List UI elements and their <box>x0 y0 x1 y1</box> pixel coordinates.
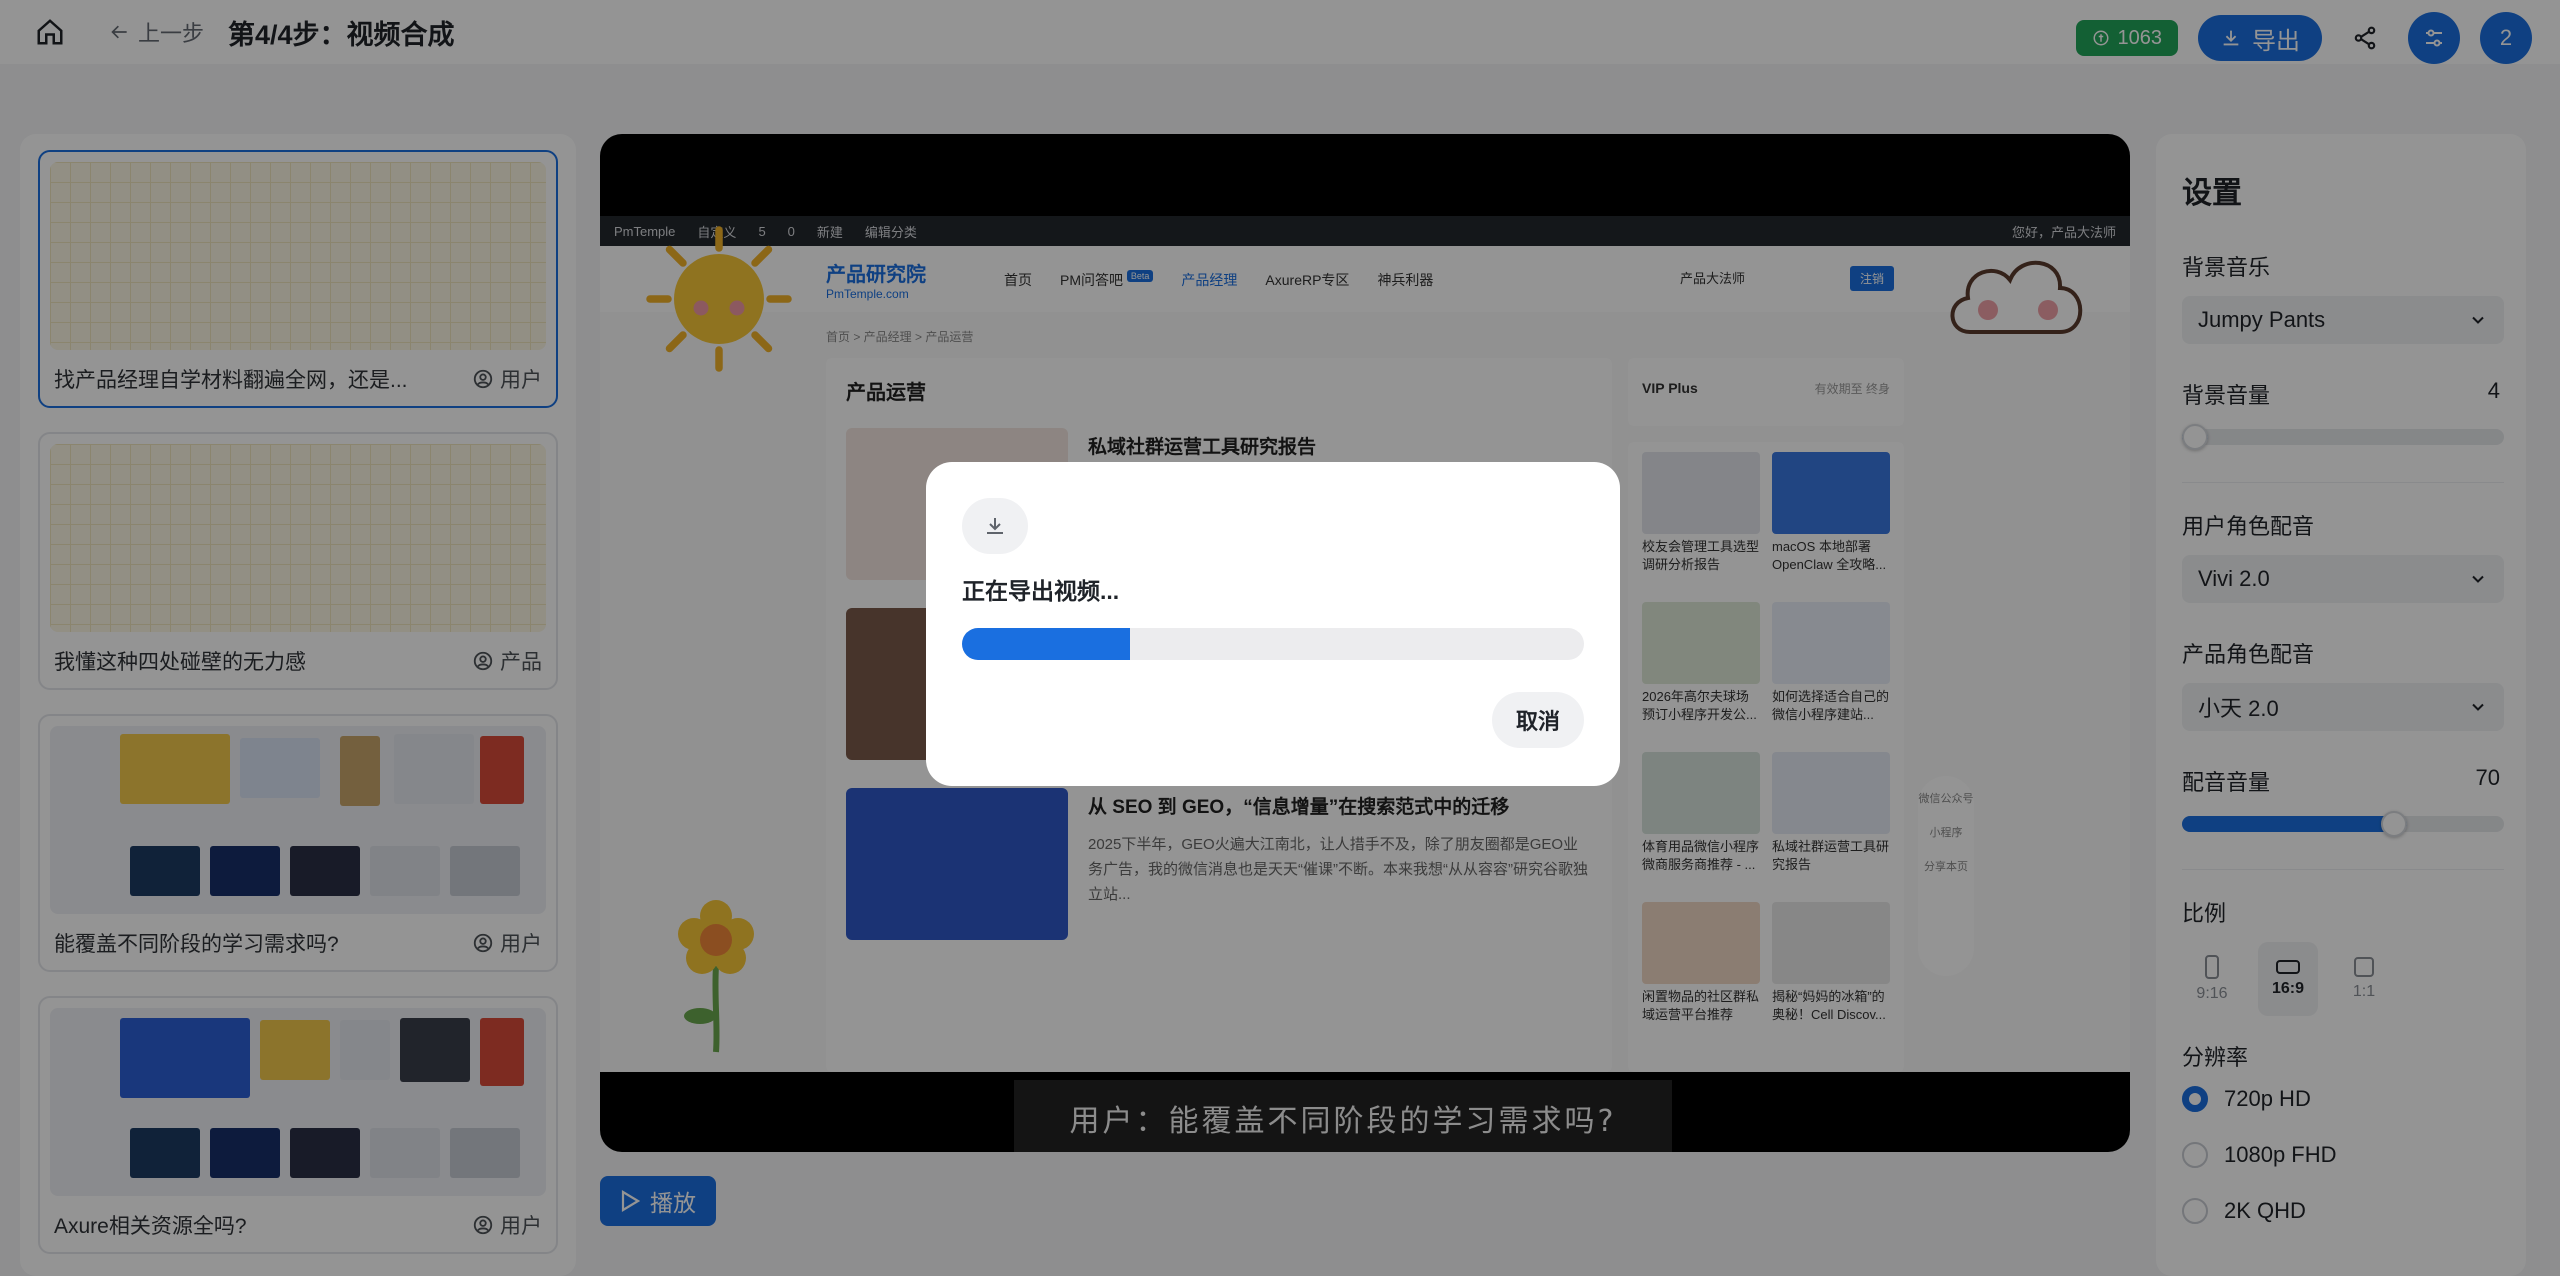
export-status-text: 正在导出视频... <box>962 578 1120 604</box>
modal-icon-wrap <box>962 498 1028 554</box>
export-progress-dialog: 正在导出视频... 取消 <box>926 462 1620 786</box>
export-progress-bar <box>962 628 1584 660</box>
export-progress-fill <box>962 628 1130 660</box>
cancel-button[interactable]: 取消 <box>1492 692 1584 748</box>
download-icon <box>987 518 1003 534</box>
